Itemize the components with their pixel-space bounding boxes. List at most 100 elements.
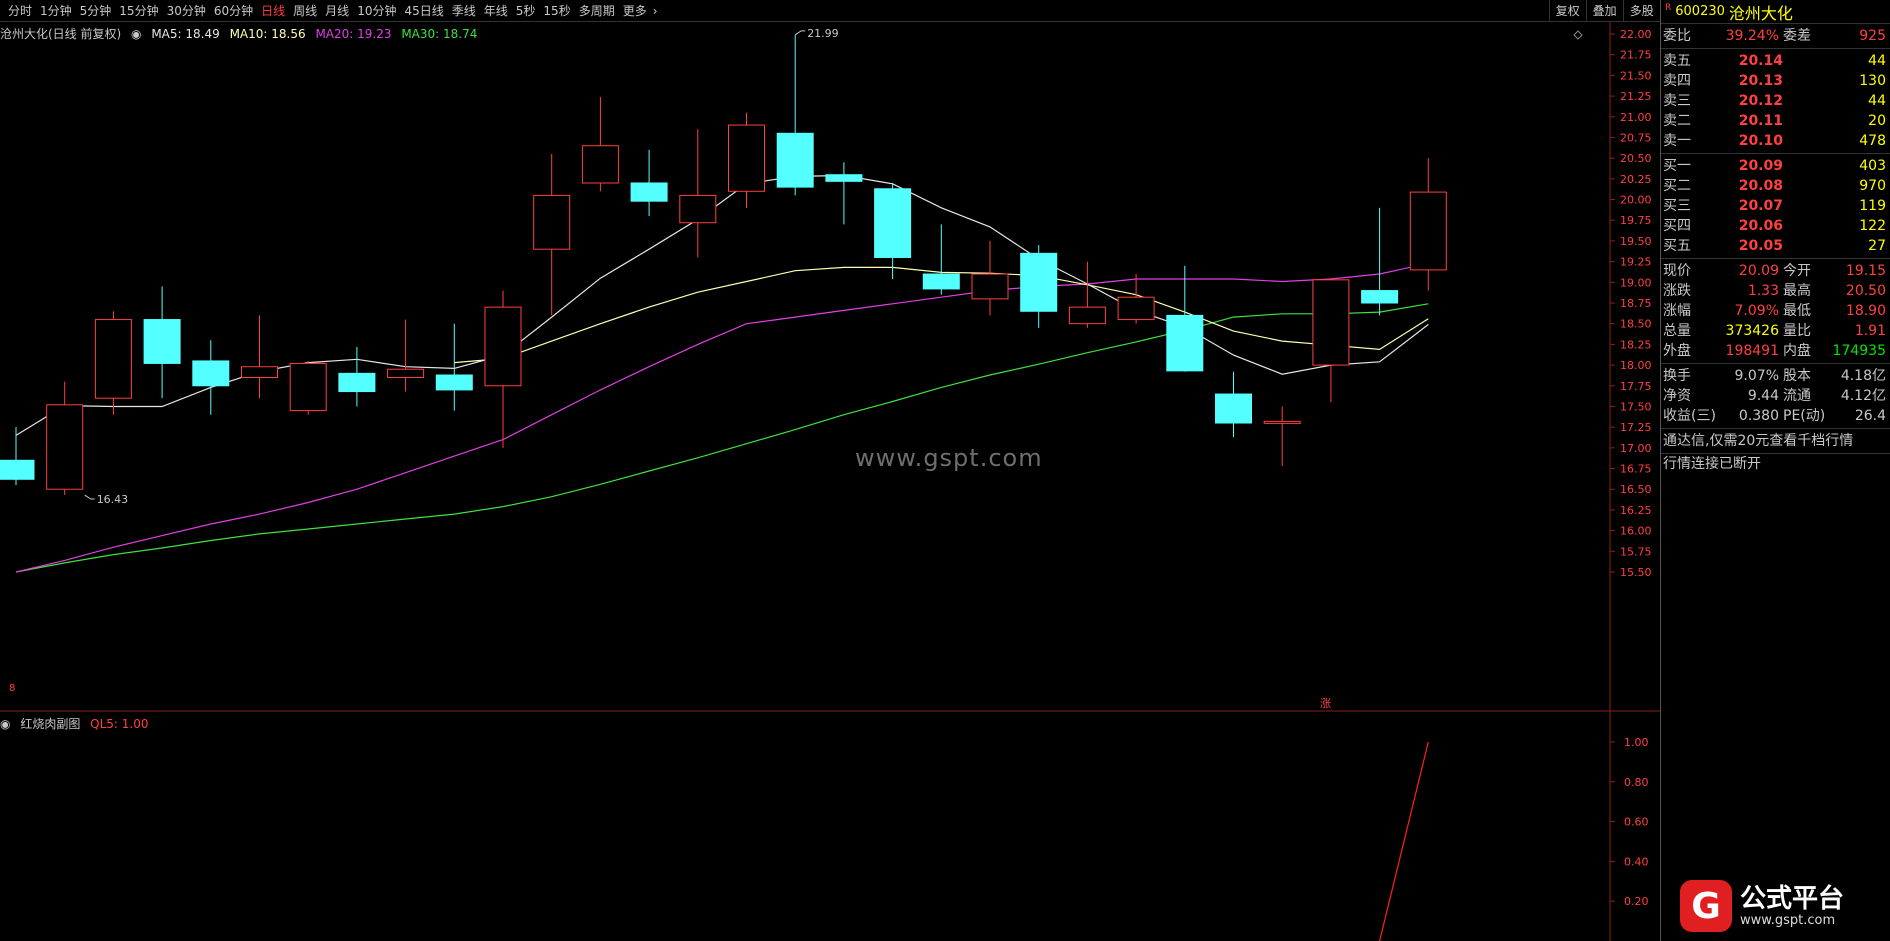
candle[interactable] [338,372,376,393]
tool-button-1[interactable]: 叠加 [1585,0,1623,22]
y-tick-label: 17.50 [1620,400,1652,413]
candle[interactable] [1263,420,1301,424]
candle[interactable] [94,319,132,399]
bid-price: 20.09 [1738,158,1783,174]
bid-book: 买一 20.09 403 买二 20.08 970 买三 20.07 119 买四 20.06 122… [1661,154,1890,259]
period-tab-0[interactable]: 分时 [4,0,36,22]
notice-text[interactable]: 通达信,仅需20元查看千档行情 [1661,429,1890,454]
ask-row-0[interactable]: 卖五 20.14 44 [1661,51,1890,71]
tool-button-0[interactable]: 复权 [1548,0,1586,22]
candle[interactable] [143,319,181,364]
candle[interactable] [533,194,571,250]
period-tab-12[interactable]: 年线 [480,0,512,22]
ask-row-4[interactable]: 卖一 20.10 478 [1661,131,1890,151]
bid-volume: 970 [1859,178,1886,194]
y-tick-label: 16.50 [1620,483,1652,496]
candle[interactable] [971,273,1009,300]
weibi-value: 39.24% [1725,28,1779,44]
candle[interactable] [581,145,619,184]
period-tab-1[interactable]: 1分钟 [36,0,76,22]
ask-row-1[interactable]: 卖四 20.13 130 [1661,71,1890,91]
sub-settings-dot-icon[interactable]: ◉ [0,717,10,731]
candle[interactable] [1215,393,1252,424]
period-tab-6[interactable]: 日线 [257,0,289,22]
stock-name[interactable]: 沧州大化 [1729,0,1793,24]
period-tab-13[interactable]: 5秒 [512,0,540,22]
candle[interactable] [922,273,960,290]
candle[interactable] [192,360,230,387]
diamond-icon[interactable] [1573,30,1583,40]
fund-v2: 4.18亿 [1840,368,1886,384]
period-tab-11[interactable]: 季线 [448,0,480,22]
period-tab-4[interactable]: 30分钟 [163,0,210,22]
bid-volume: 27 [1868,238,1886,254]
bid-label: 买四 [1663,218,1691,234]
ask-volume: 130 [1859,73,1886,89]
candle[interactable] [484,306,522,387]
start-marker: 8 [9,683,15,694]
candle[interactable] [1312,279,1350,366]
period-tab-2[interactable]: 5分钟 [76,0,116,22]
y-tick-label: 19.00 [1620,276,1652,289]
candle[interactable] [289,362,327,412]
candle[interactable] [1361,290,1399,304]
ask-label: 卖一 [1663,133,1691,149]
bid-label: 买五 [1663,238,1691,254]
candle[interactable] [825,174,863,182]
logo-name: 公式平台 [1740,884,1845,914]
quote-l1: 涨跌 [1663,283,1691,299]
bid-row-3[interactable]: 买四 20.06 122 [1661,216,1890,236]
candle[interactable] [1117,296,1155,321]
candle[interactable] [387,368,425,378]
period-tab-5[interactable]: 60分钟 [210,0,257,22]
quote-v2: 1.91 [1854,323,1886,339]
candle[interactable] [0,459,35,480]
tool-button-2[interactable]: 多股 [1622,0,1660,22]
y-tick-label: 20.25 [1620,173,1652,186]
logo-g-icon: G [1680,880,1732,932]
y-tick-label: 18.00 [1620,359,1652,372]
period-tab-14[interactable]: 15秒 [539,0,574,22]
candle[interactable] [1409,191,1447,271]
y-tick-label: 21.00 [1620,111,1652,124]
candle[interactable] [46,404,84,490]
period-tab-16[interactable]: 更多 [619,0,651,22]
bid-label: 买二 [1663,178,1691,194]
sub-y-tick-label: 0.60 [1624,816,1649,829]
ask-label: 卖四 [1663,73,1691,89]
sub-indicator-chart[interactable]: 0.20 0.40 0.60 0.80 1.00 [0,712,1660,941]
candle[interactable] [1166,314,1204,372]
candle[interactable] [1020,252,1058,312]
bid-row-1[interactable]: 买二 20.08 970 [1661,176,1890,196]
candle[interactable] [679,194,717,224]
bid-volume: 119 [1859,198,1886,214]
stock-code[interactable]: 600230 [1675,4,1725,19]
bid-row-4[interactable]: 买五 20.05 27 [1661,236,1890,256]
period-tab-9[interactable]: 10分钟 [353,0,400,22]
candle[interactable] [1068,306,1106,325]
period-tab-8[interactable]: 月线 [321,0,353,22]
period-tab-15[interactable]: 多周期 [575,0,619,22]
sub-y-tick-label: 0.40 [1624,855,1649,868]
candle[interactable] [728,124,765,192]
kline-chart[interactable]: 15.50 15.75 16.00 16.25 16.50 16.75 17.00 17.25… [0,22,1660,712]
period-tab-10[interactable]: 45日线 [400,0,447,22]
fund-v2: 4.12亿 [1840,388,1886,404]
quote-v2: 18.90 [1845,303,1886,319]
ask-row-3[interactable]: 卖二 20.11 20 [1661,111,1890,131]
ask-row-2[interactable]: 卖三 20.12 44 [1661,91,1890,111]
bid-row-0[interactable]: 买一 20.09 403 [1661,156,1890,176]
app-window: 分时 1分钟 5分钟 15分钟 30分钟 60分钟 日线 周线 月线 10分钟 45日线 季线 年线 5秒… [0,0,1890,941]
candle[interactable] [435,374,473,391]
period-tab-3[interactable]: 15分钟 [115,0,162,22]
candle[interactable] [241,366,278,378]
candle[interactable] [874,188,912,258]
period-tab-7[interactable]: 周线 [289,0,321,22]
bid-row-2[interactable]: 买三 20.07 119 [1661,196,1890,216]
candle[interactable] [776,132,814,188]
chevron-right-icon[interactable]: › [651,4,658,18]
sub-y-tick-label: 1.00 [1624,736,1649,749]
candle[interactable] [630,182,668,202]
ql5-line [1379,741,1429,941]
quote-l2: 量比 [1783,323,1811,339]
